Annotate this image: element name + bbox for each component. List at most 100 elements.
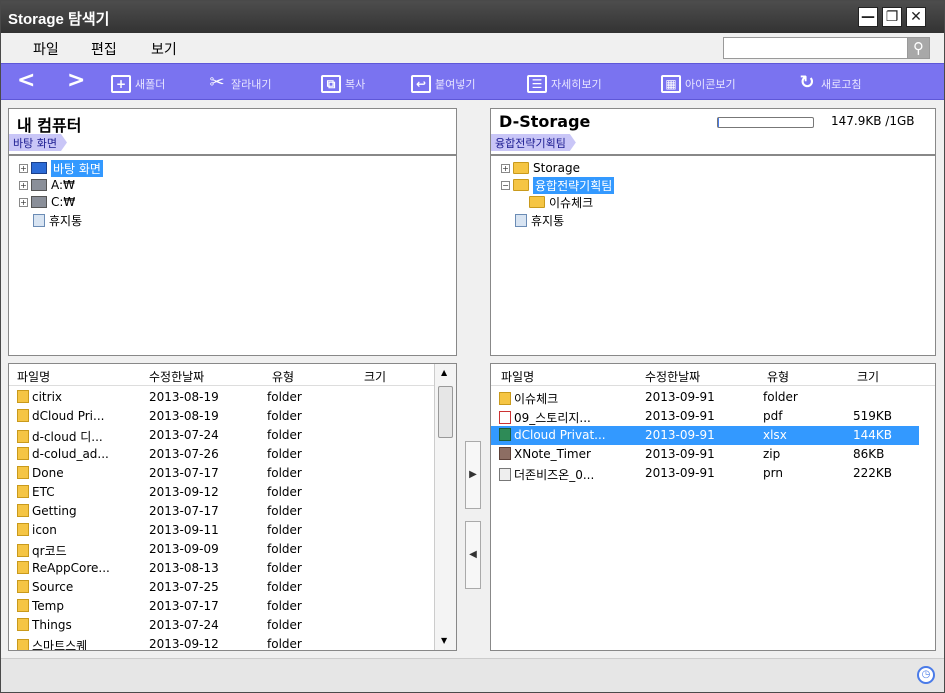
folder-icon (17, 409, 29, 422)
file-type-cell: folder (267, 447, 302, 461)
file-date-cell: 2013-09-11 (149, 523, 219, 537)
collapse-icon[interactable]: − (501, 180, 510, 190)
table-row[interactable]: Things 2013-07-24 folder (9, 616, 456, 635)
scrollbar[interactable]: ▲ ▼ (434, 364, 456, 650)
tree-item-desktop[interactable]: + 바탕 화면 (19, 159, 103, 177)
table-row[interactable]: d-cloud 디... 2013-07-24 folder (9, 426, 456, 445)
file-type-cell: prn (763, 466, 783, 480)
tree-item-label: Storage (533, 161, 580, 175)
copy-button[interactable]: ⧉ 복사 (321, 73, 365, 95)
detail-view-button[interactable]: ☰ 자세히보기 (527, 73, 602, 95)
clock-icon[interactable]: ◷ (917, 666, 935, 684)
recycle-bin-icon (515, 213, 527, 227)
menu-file[interactable]: 파일 (33, 39, 59, 59)
table-row[interactable]: 더존비즈온_0... 2013-09-91 prn 222KB (491, 464, 919, 483)
file-name-cell: dCloud Pri... (17, 409, 104, 423)
cut-button[interactable]: ✂ 잘라내기 (207, 73, 271, 95)
table-row[interactable]: ReAppCore... 2013-08-13 folder (9, 559, 456, 578)
table-row[interactable]: ETC 2013-09-12 folder (9, 483, 456, 502)
table-row[interactable]: 09_스토리지... 2013-09-91 pdf 519KB (491, 407, 919, 426)
storage-explorer-window: Storage 탐색기 — ❐ ✕ 파일 편집 보기 ⚲ < > + 새폴더 ✂… (0, 0, 945, 693)
menu-view[interactable]: 보기 (151, 39, 177, 59)
folder-icon (17, 639, 29, 650)
tree-item-drive-c[interactable]: + C:₩ (19, 194, 75, 210)
tree-item-drive-a[interactable]: + A:₩ (19, 177, 75, 193)
table-row[interactable]: XNote_Timer 2013-09-91 zip 86KB (491, 445, 919, 464)
folder-icon (17, 599, 29, 612)
table-row[interactable]: Source 2013-07-25 folder (9, 578, 456, 597)
paste-icon: ↩ (411, 75, 431, 93)
tree-item-issue-check[interactable]: 이슈체크 (529, 194, 593, 210)
close-button[interactable]: ✕ (906, 7, 926, 27)
column-name-header[interactable]: 파일명 (17, 368, 50, 385)
table-row[interactable]: Temp 2013-07-17 folder (9, 597, 456, 616)
search-icon[interactable]: ⚲ (907, 37, 930, 59)
column-size-header[interactable]: 크기 (857, 368, 879, 385)
local-breadcrumb[interactable]: 바탕 화면 (9, 134, 67, 151)
expand-icon[interactable]: + (19, 163, 28, 173)
tree-item-recycle-bin[interactable]: 휴지통 (515, 212, 564, 228)
scroll-up-icon[interactable]: ▲ (441, 368, 447, 377)
expand-icon[interactable]: + (19, 180, 28, 190)
table-row[interactable]: Getting 2013-07-17 folder (9, 502, 456, 521)
local-file-list: 파일명 수정한날짜 유형 크기 citrix 2013-08-19 folder dC… (8, 363, 457, 651)
expand-icon[interactable]: + (501, 163, 510, 173)
download-to-local-button[interactable]: ◀ (465, 521, 481, 589)
zip-icon (499, 447, 511, 460)
folder-icon (17, 561, 29, 574)
file-date-cell: 2013-07-24 (149, 618, 219, 632)
file-type-cell: folder (267, 409, 302, 423)
restore-button[interactable]: ❐ (882, 7, 902, 27)
column-type-header[interactable]: 유형 (272, 368, 294, 385)
file-date-cell: 2013-09-91 (645, 466, 715, 480)
file-type-cell: folder (267, 390, 302, 404)
tree-item-recycle-bin[interactable]: 휴지통 (33, 212, 82, 228)
copy-label: 복사 (345, 78, 366, 91)
column-date-header[interactable]: 수정한날짜 (149, 368, 204, 385)
file-type-cell: folder (267, 561, 302, 575)
file-icon (499, 468, 511, 481)
table-row[interactable]: d-colud_ad... 2013-07-26 folder (9, 445, 456, 464)
table-row[interactable]: dCloud Pri... 2013-08-19 folder (9, 407, 456, 426)
column-type-header[interactable]: 유형 (767, 368, 789, 385)
table-row[interactable]: qr코드 2013-09-09 folder (9, 540, 456, 559)
scroll-down-icon[interactable]: ▼ (441, 636, 447, 645)
expand-icon[interactable]: + (19, 197, 28, 207)
status-bar (1, 658, 944, 692)
icon-view-button[interactable]: ▦ 아이콘보기 (661, 73, 736, 95)
column-name-header[interactable]: 파일명 (501, 368, 534, 385)
back-button[interactable]: < (17, 68, 35, 93)
local-header-panel: 내 컴퓨터 바탕 화면 (8, 108, 457, 155)
table-row[interactable]: citrix 2013-08-19 folder (9, 388, 456, 407)
file-name-cell: icon (17, 523, 57, 537)
new-folder-button[interactable]: + 새폴더 (111, 73, 165, 95)
storage-breadcrumb[interactable]: 융합전략기획팀 (491, 134, 576, 151)
folder-icon (17, 580, 29, 593)
tree-item-storage[interactable]: + Storage (501, 160, 580, 176)
minimize-button[interactable]: — (858, 7, 878, 27)
file-name-cell: d-cloud 디... (17, 428, 103, 445)
file-type-cell: folder (267, 466, 302, 480)
forward-button[interactable]: > (67, 68, 85, 93)
drive-icon (31, 196, 47, 208)
file-type-cell: pdf (763, 409, 783, 423)
table-row[interactable]: dCloud Privat... 2013-09-91 xlsx 144KB (491, 426, 919, 445)
column-date-header[interactable]: 수정한날짜 (645, 368, 700, 385)
search-input[interactable] (723, 37, 908, 59)
table-row[interactable]: 이슈체크 2013-09-91 folder (491, 388, 919, 407)
column-size-header[interactable]: 크기 (364, 368, 386, 385)
table-row[interactable]: 스마트스퀘 2013-09-12 folder (9, 635, 456, 650)
file-size-cell: 519KB (853, 409, 893, 423)
folder-icon (17, 390, 29, 403)
scrollbar-thumb[interactable] (438, 386, 453, 438)
file-date-cell: 2013-08-19 (149, 390, 219, 404)
refresh-button[interactable]: ↻ 새로고침 (797, 73, 861, 95)
drive-icon (31, 179, 47, 191)
table-row[interactable]: icon 2013-09-11 folder (9, 521, 456, 540)
paste-button[interactable]: ↩ 붙여넣기 (411, 73, 475, 95)
folder-icon (513, 179, 529, 191)
tree-item-team[interactable]: − 융합전략기획팀 (501, 176, 615, 194)
menu-edit[interactable]: 편집 (91, 39, 117, 59)
upload-to-storage-button[interactable]: ▶ (465, 441, 481, 509)
table-row[interactable]: Done 2013-07-17 folder (9, 464, 456, 483)
